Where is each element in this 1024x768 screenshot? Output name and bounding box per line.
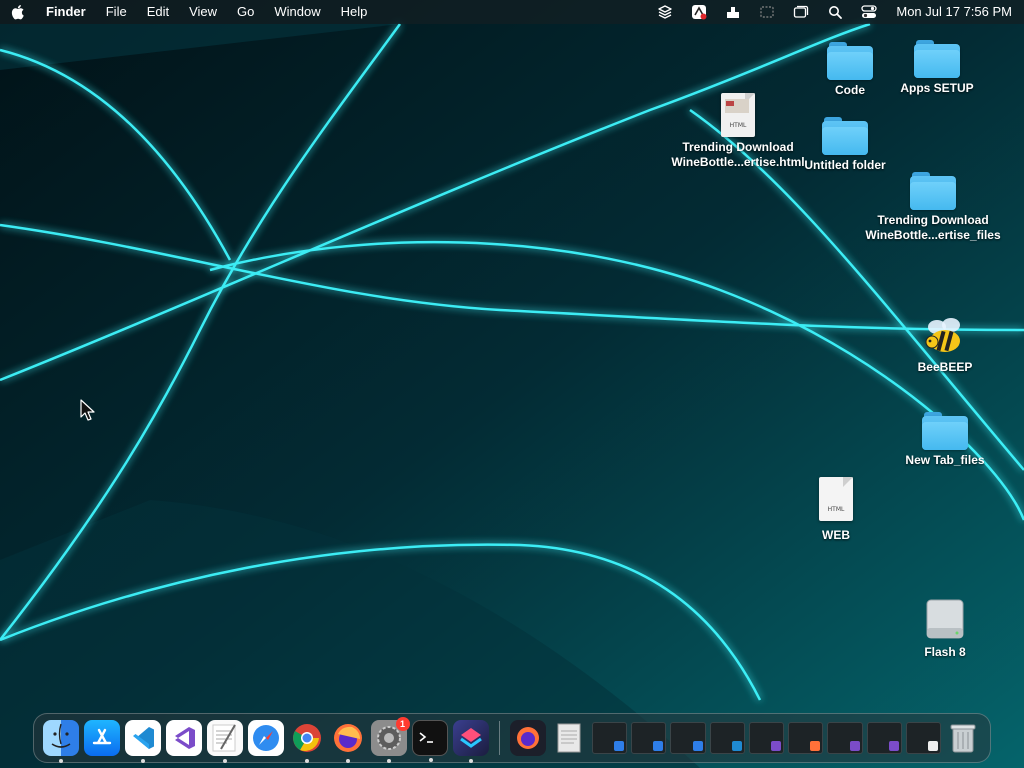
desktop-wallpaper bbox=[0, 0, 1024, 768]
menu-file[interactable]: File bbox=[96, 0, 137, 24]
minimized-window-thumbnail[interactable] bbox=[709, 722, 745, 754]
html-document-icon: HTML bbox=[721, 93, 755, 137]
chrome-icon[interactable] bbox=[289, 720, 325, 763]
textedit-icon bbox=[927, 741, 938, 751]
uplink-icon[interactable] bbox=[722, 0, 744, 24]
visual-studio-icon[interactable] bbox=[165, 720, 202, 756]
running-indicator bbox=[58, 759, 63, 763]
desktop-item-label: BeeBEEP bbox=[917, 360, 973, 374]
document-stack-icon[interactable] bbox=[551, 720, 587, 756]
running-indicator bbox=[140, 759, 145, 763]
bee-app-icon bbox=[925, 318, 960, 352]
doc-type-tag: HTML bbox=[827, 506, 845, 513]
safari-icon[interactable] bbox=[247, 720, 284, 756]
control-center-icon[interactable] bbox=[858, 0, 880, 24]
minimized-window-thumbnail[interactable] bbox=[591, 722, 628, 754]
finder-icon[interactable] bbox=[42, 720, 79, 763]
dock: 1 bbox=[33, 713, 991, 763]
shortcuts-icon bbox=[771, 741, 782, 751]
minimized-window-thumbnail[interactable] bbox=[827, 722, 863, 754]
apple-menu-icon[interactable] bbox=[0, 0, 36, 24]
folder-icon bbox=[922, 412, 968, 450]
running-indicator bbox=[304, 759, 309, 763]
desktop-item-trending-html[interactable]: HTML Trending Download WineBottle...erti… bbox=[671, 93, 805, 170]
minimized-window-thumbnail[interactable] bbox=[670, 722, 706, 754]
desktop-item-trending-files[interactable]: Trending Download WineBottle...ertise_fi… bbox=[865, 172, 1001, 243]
running-indicator bbox=[386, 759, 391, 763]
html-document-icon: HTML bbox=[819, 477, 853, 521]
folder-icon bbox=[914, 40, 960, 78]
menu-clock[interactable]: Mon Jul 17 7:56 PM bbox=[886, 0, 1012, 24]
notification-badge: 1 bbox=[395, 717, 410, 731]
desktop-item-label: New Tab_files bbox=[905, 453, 985, 467]
running-indicator bbox=[428, 758, 433, 762]
firefox-icon[interactable] bbox=[330, 720, 366, 763]
menu-bar: Finder File Edit View Go Window Help Mon… bbox=[0, 0, 1024, 24]
vscode-icon[interactable] bbox=[124, 720, 161, 763]
finder-icon bbox=[653, 741, 664, 751]
finder-icon bbox=[614, 741, 625, 751]
menu-help[interactable]: Help bbox=[331, 0, 378, 24]
desktop-item-label: Untitled folder bbox=[804, 158, 886, 172]
external-drive-icon bbox=[926, 599, 964, 639]
minimized-window-thumbnail[interactable] bbox=[748, 722, 785, 754]
vscode-icon bbox=[731, 741, 742, 751]
shortcuts-icon bbox=[849, 741, 860, 751]
desktop-item-untitled-folder[interactable]: Untitled folder bbox=[785, 117, 905, 173]
folder-icon bbox=[822, 117, 868, 155]
folder-icon bbox=[827, 42, 873, 80]
terminal-icon[interactable] bbox=[411, 720, 448, 762]
desktop-item-label: Flash 8 bbox=[924, 645, 966, 659]
dock-separator bbox=[499, 721, 500, 755]
firefox-download-icon[interactable] bbox=[510, 720, 547, 756]
search-icon[interactable] bbox=[824, 0, 846, 24]
textedit-icon[interactable] bbox=[206, 720, 243, 763]
running-indicator bbox=[222, 759, 227, 763]
pdf-annotate-icon[interactable] bbox=[688, 0, 710, 24]
desktop-item-label: Apps SETUP bbox=[900, 81, 974, 95]
trash-icon[interactable] bbox=[945, 720, 981, 756]
app-store-icon[interactable] bbox=[83, 720, 120, 756]
shortcuts-icon bbox=[888, 741, 899, 751]
minimized-window-thumbnail[interactable] bbox=[788, 722, 824, 754]
minimized-window-thumbnail[interactable] bbox=[905, 722, 941, 754]
desktop-item-web[interactable]: HTML WEB bbox=[776, 477, 896, 543]
window-switch-icon[interactable] bbox=[790, 0, 812, 24]
desktop-item-new-tab-files[interactable]: New Tab_files bbox=[885, 412, 1005, 468]
mouse-cursor-icon bbox=[80, 399, 95, 421]
desktop-item-label: Code bbox=[835, 83, 865, 97]
doc-type-tag: HTML bbox=[729, 122, 747, 129]
desktop-item-label: WEB bbox=[822, 528, 850, 542]
menu-edit[interactable]: Edit bbox=[137, 0, 179, 24]
menu-window[interactable]: Window bbox=[264, 0, 330, 24]
shortcuts-icon[interactable] bbox=[452, 720, 489, 763]
minimized-window-thumbnail[interactable] bbox=[631, 722, 667, 754]
menu-app-name[interactable]: Finder bbox=[36, 0, 96, 24]
desktop-item-beebeep[interactable]: BeeBEEP bbox=[885, 317, 1005, 375]
screen-record-icon[interactable] bbox=[756, 0, 778, 24]
running-indicator bbox=[345, 759, 350, 763]
running-indicator bbox=[468, 759, 473, 763]
menu-view[interactable]: View bbox=[179, 0, 227, 24]
folder-icon bbox=[910, 172, 956, 210]
desktop-item-flash-8[interactable]: Flash 8 bbox=[885, 598, 1005, 660]
desktop-item-apps-setup[interactable]: Apps SETUP bbox=[877, 40, 997, 96]
system-settings-icon[interactable]: 1 bbox=[370, 717, 410, 763]
desktop-item-label: Trending Download WineBottle...ertise_fi… bbox=[865, 213, 1001, 242]
layers-icon[interactable] bbox=[654, 0, 676, 24]
finder-icon bbox=[692, 741, 703, 751]
minimized-window-thumbnail[interactable] bbox=[866, 722, 902, 754]
menu-go[interactable]: Go bbox=[227, 0, 264, 24]
firefox-icon bbox=[810, 741, 821, 751]
